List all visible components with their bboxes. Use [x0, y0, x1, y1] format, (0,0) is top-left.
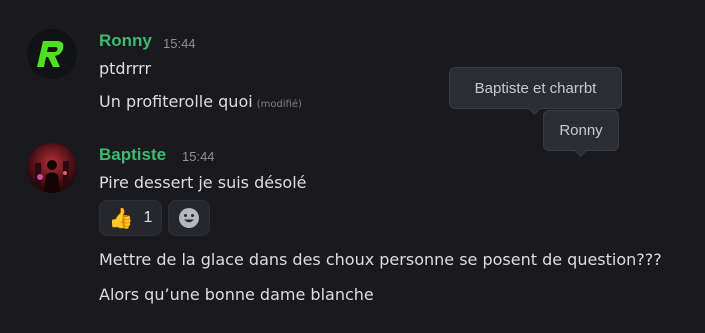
reaction-tooltip: Baptiste et charrbt — [449, 67, 622, 115]
avatar-ronny[interactable] — [27, 29, 77, 79]
profile-photo-icon — [27, 143, 77, 193]
avatar-baptiste[interactable] — [27, 143, 77, 193]
message-text: ptdrrrr — [99, 59, 152, 78]
message-text: Alors qu’une bonne dame blanche — [99, 285, 374, 304]
message-text: Mettre de la glace dans des choux person… — [99, 250, 662, 269]
edited-label: (modifié) — [256, 99, 302, 110]
tooltip-text: Ronny — [559, 122, 603, 139]
add-reaction-button[interactable] — [168, 200, 210, 236]
author-name[interactable]: Ronny — [99, 31, 152, 51]
message-timestamp: 15:44 — [163, 36, 196, 51]
r-logo-icon — [27, 29, 77, 79]
smiley-face-icon — [179, 208, 199, 228]
message-text: Pire dessert je suis désolé — [99, 173, 307, 192]
reaction-count: 1 — [143, 209, 153, 226]
thumbs-up-icon: 👍 — [108, 206, 134, 230]
message-text-edited: Un profiterolle quoi (modifié) — [99, 92, 302, 111]
reaction-thumbs-up[interactable]: 👍 1 — [99, 200, 162, 236]
user-tooltip: Ronny — [543, 110, 619, 157]
author-name[interactable]: Baptiste — [99, 145, 166, 165]
tooltip-arrow — [528, 102, 541, 115]
tooltip-arrow — [574, 144, 587, 157]
message-text: Un profiterolle quoi — [99, 92, 253, 111]
tooltip-text: Baptiste et charrbt — [474, 79, 597, 97]
chat-message-list: Ronny 15:44 ptdrrrr Un profiterolle quoi… — [0, 0, 705, 333]
message-timestamp: 15:44 — [182, 149, 215, 164]
